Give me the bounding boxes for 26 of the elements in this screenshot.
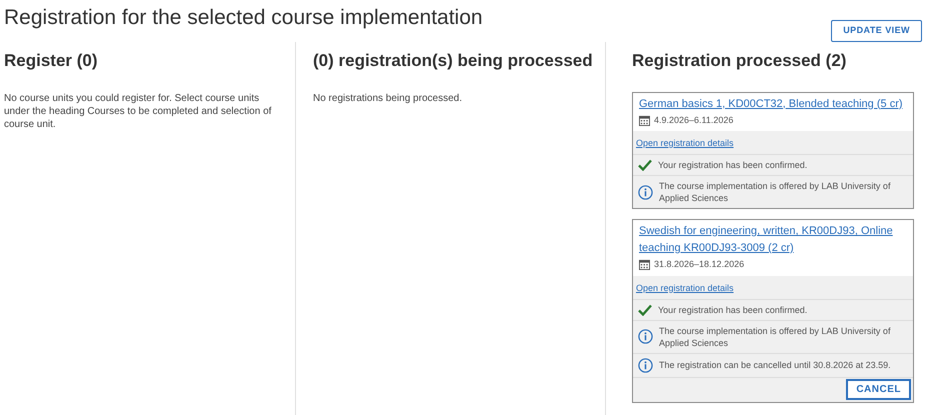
checkmark-icon <box>638 159 652 171</box>
date-range: 4.9.2026–6.11.2026 <box>654 114 734 126</box>
column-heading: Registration processed (2) <box>632 50 848 72</box>
info-icon <box>638 358 653 372</box>
info-icon <box>638 329 653 344</box>
column-heading: (0) registration(s) being processed <box>313 50 593 72</box>
status-note: The registration can be cancelled until 30.8.2026 at 23.59. <box>659 359 891 371</box>
calendar-icon <box>639 114 650 126</box>
status-note: The course implementation is offered by LAB University of Applied Sciences <box>659 324 892 348</box>
update-view-button[interactable]: UPDATE VIEW <box>831 20 922 42</box>
status-note: The course implementation is offered by LAB University of Applied Sciences <box>659 180 892 204</box>
calendar-icon <box>639 259 650 270</box>
details-link[interactable]: Open registration details <box>636 138 734 148</box>
column-message: No registrations being processed. <box>313 92 463 104</box>
info-icon <box>638 184 653 200</box>
cancel-button[interactable]: CANCEL <box>846 378 911 400</box>
status-note: Your registration has been confirmed. <box>658 304 808 316</box>
details-link[interactable]: Open registration details <box>636 282 734 292</box>
column-heading: Register (0) <box>4 50 99 72</box>
course-link[interactable]: German basics 1, KD00CT32, Blended teaching (5 cr) <box>639 96 907 112</box>
status-note: Your registration has been confirmed. <box>658 159 808 171</box>
course-link[interactable]: Swedish for engineering, written, KR00DJ93, Online teaching KR00DJ93-3009 (2 cr) <box>639 223 907 257</box>
checkmark-icon <box>638 304 652 316</box>
page-title: Registration for the selected course implementation <box>4 5 483 31</box>
date-range: 31.8.2026–18.12.2026 <box>654 258 744 271</box>
column-message: No course units you could register for. Select course units under the heading Courses to be completed and selection of course unit. <box>4 92 272 130</box>
